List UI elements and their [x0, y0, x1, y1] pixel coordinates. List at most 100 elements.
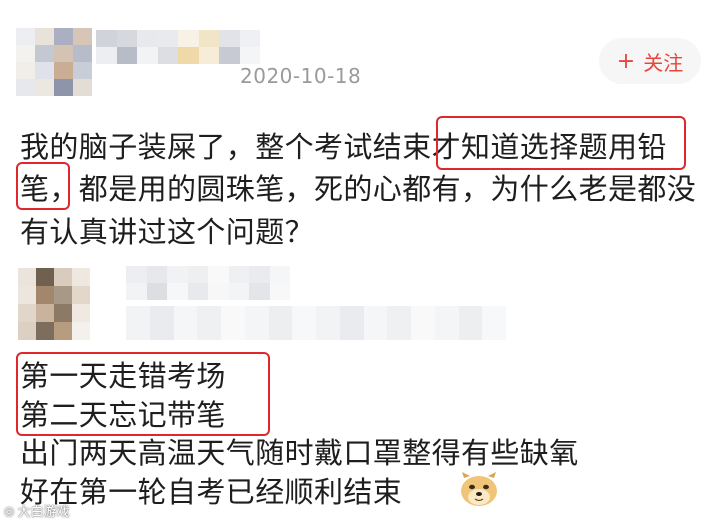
mosaic-tile	[54, 62, 73, 79]
mosaic-tile	[221, 306, 245, 323]
mosaic-tile	[434, 306, 459, 323]
mosaic-tile	[411, 306, 435, 323]
mosaic-tile	[187, 266, 208, 283]
mosaic-tile	[18, 286, 36, 304]
reply-text-line: 好在第一轮自考已经顺利结束	[20, 475, 403, 509]
mosaic-tile	[36, 304, 54, 322]
mosaic-tile	[36, 322, 54, 340]
mosaic-tile	[197, 323, 221, 340]
mosaic-tile	[244, 306, 269, 323]
mosaic-tile	[173, 306, 198, 323]
mosaic-tile	[149, 323, 174, 340]
mosaic-tile	[54, 304, 72, 322]
blurred-username[interactable]	[126, 266, 290, 300]
mosaic-tile	[157, 47, 178, 64]
mosaic-tile	[339, 306, 364, 323]
mosaic-tile	[198, 47, 219, 64]
mosaic-tile	[178, 47, 199, 64]
mosaic-tile	[339, 323, 364, 340]
mosaic-tile	[387, 306, 411, 323]
mosaic-tile	[96, 47, 117, 64]
mosaic-tile	[72, 286, 90, 304]
mosaic-tile	[137, 47, 158, 64]
mosaic-tile	[116, 30, 137, 47]
mosaic-tile	[173, 323, 198, 340]
mosaic-tile	[18, 304, 36, 322]
mosaic-tile	[18, 268, 36, 286]
mosaic-tile	[482, 323, 506, 340]
mosaic-tile	[458, 306, 483, 323]
follow-button[interactable]: + 关注	[599, 38, 701, 84]
doge-emoji-icon	[461, 472, 497, 506]
mosaic-tile	[54, 28, 73, 45]
mosaic-tile	[239, 47, 260, 64]
mosaic-tile	[96, 30, 117, 47]
follow-label: 关注	[643, 50, 684, 75]
mosaic-tile	[54, 286, 72, 304]
mosaic-tile	[16, 28, 35, 45]
mosaic-tile	[249, 283, 270, 300]
mosaic-tile	[157, 30, 178, 47]
mosaic-tile	[178, 30, 199, 47]
mosaic-tile	[35, 62, 54, 79]
mosaic-tile	[16, 79, 35, 96]
mosaic-tile	[149, 306, 174, 323]
mosaic-tile	[126, 283, 147, 300]
mosaic-tile	[72, 268, 90, 286]
mosaic-tile	[35, 79, 54, 96]
mosaic-tile	[292, 323, 316, 340]
watermark: ◎ 大白游戏	[4, 501, 70, 521]
mosaic-tile	[167, 283, 188, 300]
highlight-box	[16, 162, 70, 210]
mosaic-tile	[73, 28, 92, 45]
mosaic-tile	[35, 28, 54, 45]
blurred-text	[126, 306, 506, 340]
mosaic-tile	[36, 268, 54, 286]
highlight-box	[16, 352, 270, 436]
mosaic-tile	[54, 268, 72, 286]
post-date: 2020-10-18	[240, 64, 362, 88]
mosaic-tile	[387, 323, 411, 340]
mosaic-tile	[411, 323, 435, 340]
mosaic-tile	[126, 323, 150, 340]
mosaic-tile	[316, 323, 340, 340]
mosaic-tile	[482, 306, 506, 323]
mosaic-tile	[167, 266, 188, 283]
post-text-line: 笔，都是用的圆珠笔，死的心都有，为什么老是都没	[20, 172, 697, 206]
mosaic-tile	[54, 79, 73, 96]
mosaic-tile	[72, 304, 90, 322]
blurred-avatar[interactable]	[16, 28, 92, 96]
mosaic-tile	[197, 306, 221, 323]
mosaic-tile	[198, 30, 219, 47]
mosaic-tile	[268, 306, 293, 323]
mosaic-tile	[187, 283, 208, 300]
highlight-box	[436, 116, 686, 170]
mosaic-tile	[316, 306, 340, 323]
mosaic-tile	[35, 45, 54, 62]
mosaic-tile	[146, 266, 167, 283]
plus-icon: +	[616, 48, 636, 74]
mosaic-tile	[219, 30, 240, 47]
mosaic-tile	[126, 266, 147, 283]
mosaic-tile	[434, 323, 459, 340]
mosaic-tile	[239, 30, 260, 47]
mosaic-tile	[219, 47, 240, 64]
mosaic-tile	[73, 79, 92, 96]
mosaic-tile	[146, 283, 167, 300]
logo-icon: ◎	[4, 503, 15, 518]
mosaic-tile	[18, 322, 36, 340]
blurred-username[interactable]	[96, 30, 260, 64]
reply-text-line: 出门两天高温天气随时戴口罩整得有些缺氧	[20, 436, 579, 470]
mosaic-tile	[73, 45, 92, 62]
mosaic-tile	[221, 323, 245, 340]
mosaic-tile	[244, 323, 269, 340]
watermark-text: 大白游戏	[17, 505, 70, 520]
mosaic-tile	[116, 47, 137, 64]
blurred-avatar[interactable]	[18, 268, 90, 340]
mosaic-tile	[54, 322, 72, 340]
mosaic-tile	[363, 306, 388, 323]
mosaic-tile	[36, 286, 54, 304]
mosaic-tile	[137, 30, 158, 47]
mosaic-tile	[458, 323, 483, 340]
mosaic-tile	[249, 266, 270, 283]
